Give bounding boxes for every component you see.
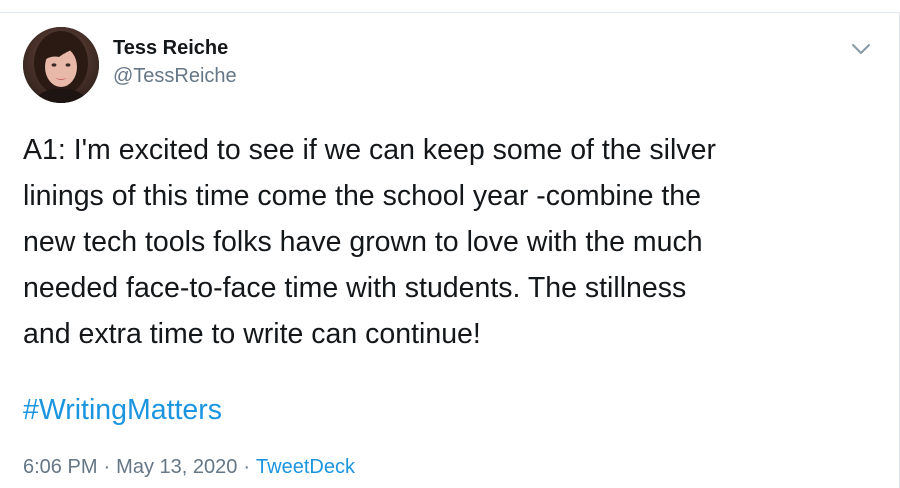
top-divider	[0, 12, 900, 13]
tweet-text-line: needed face-to-face time with students. …	[23, 272, 687, 304]
tweet-text-line: and extra time to write can continue!	[23, 318, 481, 350]
tweet-text: A1: I'm excited to see if we can keep so…	[23, 127, 873, 357]
author-handle[interactable]: @TessReiche	[113, 63, 237, 89]
meta-separator: ·	[243, 456, 251, 478]
chevron-down-icon[interactable]	[848, 39, 874, 59]
tweet-date[interactable]: May 13, 2020	[116, 456, 237, 478]
tweet-text-line: new tech tools folks have grown to love …	[23, 226, 703, 258]
avatar[interactable]	[23, 27, 99, 103]
tweet-time[interactable]: 6:06 PM	[23, 456, 97, 478]
meta-separator: ·	[103, 456, 111, 478]
tweet-text-line: linings of this time come the school yea…	[23, 180, 701, 212]
tweet-source-link[interactable]: TweetDeck	[256, 456, 355, 478]
tweet-metadata: 6:06 PM · May 13, 2020 · TweetDeck	[23, 453, 355, 481]
tweet-card: Tess Reiche @TessReiche A1: I'm excited …	[0, 0, 900, 488]
avatar-image	[23, 27, 99, 103]
tweet-text-line: A1: I'm excited to see if we can keep so…	[23, 134, 716, 166]
author-display-name[interactable]: Tess Reiche	[113, 36, 228, 60]
author-block: Tess Reiche @TessReiche	[113, 36, 237, 89]
hashtag-link[interactable]: #WritingMatters	[23, 388, 222, 432]
